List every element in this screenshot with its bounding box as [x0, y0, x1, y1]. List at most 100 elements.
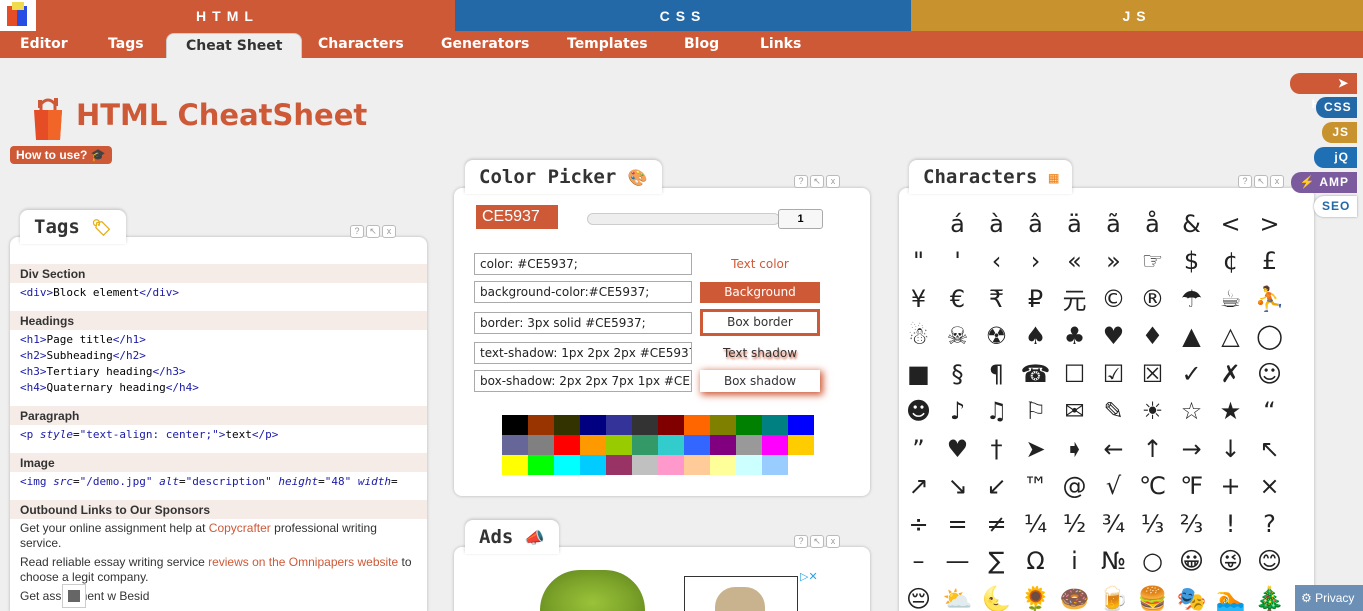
character-cell[interactable]: $ — [1172, 247, 1211, 275]
character-cell[interactable]: ∑ — [977, 547, 1016, 575]
palette-swatch[interactable] — [502, 455, 528, 475]
character-cell[interactable]: ½ — [1055, 510, 1094, 538]
character-cell[interactable]: ↘ — [938, 472, 977, 500]
character-cell[interactable]: ♫ — [977, 397, 1016, 425]
character-cell[interactable]: ♣ — [1055, 322, 1094, 350]
character-cell[interactable]: “ — [1250, 397, 1289, 425]
code-snippet[interactable]: <h1>Page title</h1> <h2>Subheading</h2> … — [10, 330, 427, 406]
character-cell[interactable]: ☞ — [1133, 247, 1172, 275]
nav-item-cheat-sheet[interactable]: Cheat Sheet — [166, 33, 303, 58]
character-cell[interactable]: ○ — [1133, 547, 1172, 575]
nav-item-characters[interactable]: Characters — [318, 31, 404, 58]
character-cell[interactable]: ₽ — [1016, 285, 1055, 313]
character-cell[interactable]: ◯ — [1250, 322, 1289, 350]
character-cell[interactable]: ♪ — [938, 397, 977, 425]
side-badge-seo[interactable]: SEO — [1314, 196, 1357, 217]
palette-swatch[interactable] — [632, 455, 658, 475]
character-cell[interactable]: 🌻 — [1016, 585, 1055, 611]
character-cell[interactable]: – — [899, 547, 938, 575]
character-cell[interactable]: ▲ — [1172, 322, 1211, 350]
cookie-toggle-button[interactable] — [62, 584, 86, 608]
expand-icon[interactable]: ↖ — [810, 535, 824, 548]
sponsor-link-omnipapers[interactable]: reviews on the Omnipapers website — [208, 555, 398, 569]
lang-tab-js[interactable]: JS — [911, 0, 1363, 31]
character-cell[interactable]: × — [1250, 472, 1289, 500]
character-cell[interactable]: › — [1016, 247, 1055, 275]
character-cell[interactable]: △ — [1211, 322, 1250, 350]
character-cell[interactable]: ☢ — [977, 322, 1016, 350]
palette-swatch[interactable] — [502, 435, 528, 455]
character-cell[interactable]: ♥ — [938, 435, 977, 463]
character-cell[interactable]: 😔 — [899, 585, 938, 611]
character-cell[interactable]: ■ — [899, 360, 938, 388]
character-cell[interactable]: á — [938, 210, 977, 238]
character-cell[interactable]: 😀 — [1172, 547, 1211, 575]
character-cell[interactable]: → — [1172, 435, 1211, 463]
character-cell[interactable]: à — [977, 210, 1016, 238]
character-cell[interactable]: & — [1172, 210, 1211, 238]
palette-swatch[interactable] — [710, 455, 736, 475]
ad-choices-close-icon[interactable]: ▷✕ — [800, 570, 828, 584]
nav-item-links[interactable]: Links — [760, 31, 801, 58]
css-text-shadow-field[interactable]: text-shadow: 1px 2px 2px #CE5937 — [474, 342, 692, 364]
character-cell[interactable]: " — [899, 247, 938, 275]
character-cell[interactable]: ♦ — [1133, 322, 1172, 350]
lang-tab-css[interactable]: CSS — [455, 0, 911, 31]
character-cell[interactable]: ↑ — [1133, 435, 1172, 463]
character-cell[interactable]: ☒ — [1133, 360, 1172, 388]
character-cell[interactable]: ↓ — [1211, 435, 1250, 463]
character-cell[interactable]: ✉ — [1055, 397, 1094, 425]
help-icon[interactable]: ? — [350, 225, 364, 238]
code-snippet[interactable]: <div>Block element</div> — [10, 283, 427, 311]
palette-swatch[interactable] — [580, 435, 606, 455]
palette-swatch[interactable] — [710, 435, 736, 455]
side-badge-css[interactable]: CSS — [1316, 97, 1357, 118]
lang-tab-html[interactable]: HTML — [0, 0, 455, 31]
character-cell[interactable]: ¥ — [899, 285, 938, 313]
nav-item-generators[interactable]: Generators — [441, 31, 529, 58]
character-cell[interactable]: ✓ — [1172, 360, 1211, 388]
character-cell[interactable]: 🍩 — [1055, 585, 1094, 611]
character-cell[interactable]: © — [1094, 285, 1133, 313]
opacity-value[interactable]: 1 — [778, 209, 823, 229]
palette-swatch[interactable] — [658, 415, 684, 435]
character-cell[interactable]: 🎭 — [1172, 585, 1211, 611]
close-icon[interactable]: x — [826, 535, 840, 548]
privacy-button[interactable]: ⚙ Privacy — [1295, 585, 1363, 611]
character-cell[interactable]: √ — [1094, 472, 1133, 500]
palette-swatch[interactable] — [684, 415, 710, 435]
character-cell[interactable]: ⛅ — [938, 585, 977, 611]
character-cell[interactable]: ✎ — [1094, 397, 1133, 425]
site-logo-icon[interactable] — [0, 0, 36, 31]
palette-swatch[interactable] — [762, 455, 788, 475]
css-color-field[interactable]: color: #CE5937; — [474, 253, 692, 275]
code-snippet[interactable]: <img src="/demo.jpg" alt="description" h… — [10, 472, 427, 500]
character-cell[interactable]: — — [938, 547, 977, 575]
character-cell[interactable]: £ — [1250, 247, 1289, 275]
close-icon[interactable]: x — [826, 175, 840, 188]
character-cell[interactable]: ☺ — [1250, 360, 1289, 388]
palette-swatch[interactable] — [580, 415, 606, 435]
palette-swatch[interactable] — [554, 415, 580, 435]
character-cell[interactable]: ? — [1250, 510, 1289, 538]
character-cell[interactable]: ' — [938, 247, 977, 275]
character-cell[interactable]: ✗ — [1211, 360, 1250, 388]
character-cell[interactable]: ⚐ — [1016, 397, 1055, 425]
palette-swatch[interactable] — [528, 455, 554, 475]
character-cell[interactable]: ➤ — [1016, 435, 1055, 463]
palette-swatch[interactable] — [606, 455, 632, 475]
character-cell[interactable]: å — [1133, 210, 1172, 238]
character-cell[interactable]: + — [1211, 472, 1250, 500]
character-cell[interactable]: 🍔 — [1133, 585, 1172, 611]
character-cell[interactable]: ÷ — [899, 510, 938, 538]
palette-swatch[interactable] — [502, 415, 528, 435]
close-icon[interactable]: x — [1270, 175, 1284, 188]
character-cell[interactable]: ã — [1094, 210, 1133, 238]
character-cell[interactable]: ☆ — [1172, 397, 1211, 425]
character-cell[interactable]: ↗ — [899, 472, 938, 500]
character-cell[interactable]: ⛹ — [1250, 285, 1289, 313]
character-cell[interactable]: ⅓ — [1133, 510, 1172, 538]
character-cell[interactable]: ★ — [1211, 397, 1250, 425]
character-cell[interactable]: § — [938, 360, 977, 388]
character-cell[interactable]: « — [1055, 247, 1094, 275]
